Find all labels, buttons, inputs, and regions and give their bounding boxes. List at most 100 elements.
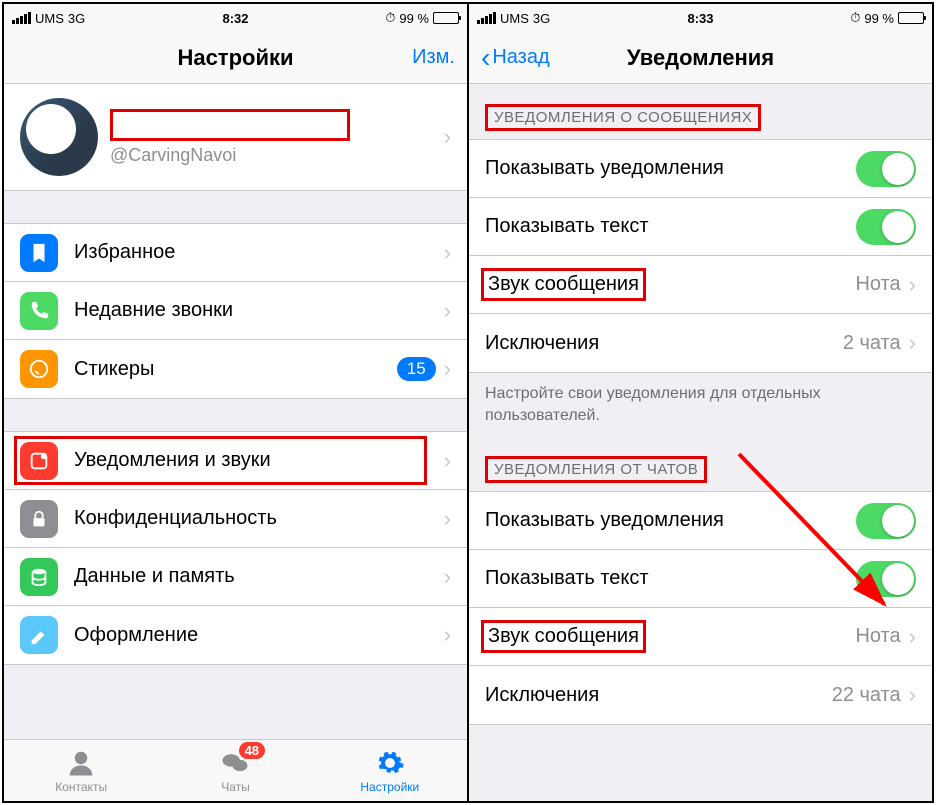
back-button[interactable]: ‹ Назад <box>481 44 550 72</box>
stickers-badge: 15 <box>397 357 436 381</box>
chat-exceptions-row[interactable]: Исключения 22 чата › <box>469 666 932 724</box>
chevron-right-icon: › <box>444 298 451 324</box>
exceptions-label: Исключения <box>485 332 843 355</box>
chat-sound-label: Звук сообщения <box>485 620 855 653</box>
exceptions-row[interactable]: Исключения 2 чата › <box>469 314 932 372</box>
chevron-right-icon: › <box>444 448 451 474</box>
chevron-right-icon: › <box>444 240 451 266</box>
chat-show-text-row[interactable]: Показывать текст <box>469 550 932 608</box>
data-label: Данные и память <box>74 565 444 588</box>
highlight-annotation: УВЕДОМЛЕНИЯ О СООБЩЕНИЯХ <box>485 104 761 131</box>
tab-contacts-label: Контакты <box>55 780 107 794</box>
clock: 8:33 <box>626 11 775 26</box>
carrier-label: UMS <box>35 11 64 26</box>
chats-badge: 48 <box>239 742 265 759</box>
tab-contacts[interactable]: Контакты <box>4 740 158 801</box>
favorites-label: Избранное <box>74 241 444 264</box>
status-bar: UMS 3G 8:33 ⏱ 99 % <box>469 4 932 32</box>
show-text-label: Показывать текст <box>485 215 856 238</box>
chevron-right-icon: › <box>909 330 916 356</box>
show-text-toggle[interactable] <box>856 209 916 245</box>
profile-row[interactable]: @CarvingNavoi › <box>4 84 467 191</box>
chevron-left-icon: ‹ <box>481 44 490 72</box>
edit-button[interactable]: Изм. <box>412 46 455 69</box>
sticker-icon <box>20 350 58 388</box>
recent-calls-row[interactable]: Недавние звонки › <box>4 282 467 340</box>
message-sound-row[interactable]: Звук сообщения Нота › <box>469 256 932 314</box>
alarm-icon: ⏱ <box>850 10 860 26</box>
alarm-icon: ⏱ <box>385 10 395 26</box>
carrier-label: UMS <box>500 11 529 26</box>
section-header-chats: УВЕДОМЛЕНИЯ ОТ ЧАТОВ <box>469 436 932 491</box>
section-footer: Настройте свои уведомления для отдельных… <box>469 373 932 436</box>
profile-handle: @CarvingNavoi <box>110 145 432 166</box>
chevron-right-icon: › <box>909 624 916 650</box>
notifications-screen: UMS 3G 8:33 ⏱ 99 % ‹ Назад Уведомления У… <box>467 4 932 801</box>
tab-bar: Контакты 48 Чаты Настройки <box>4 739 467 801</box>
show-text-row[interactable]: Показывать текст <box>469 198 932 256</box>
show-notifications-toggle[interactable] <box>856 151 916 187</box>
chevron-right-icon: › <box>444 356 451 382</box>
chevron-right-icon: › <box>444 622 451 648</box>
message-sound-value: Нота <box>855 273 900 296</box>
show-notifications-label: Показывать уведомления <box>485 157 856 180</box>
network-type: 3G <box>68 11 85 26</box>
favorites-row[interactable]: Избранное › <box>4 224 467 282</box>
avatar <box>20 98 98 176</box>
navbar: Настройки Изм. <box>4 32 467 84</box>
appearance-label: Оформление <box>74 624 444 647</box>
privacy-row[interactable]: Конфиденциальность › <box>4 490 467 548</box>
appearance-icon <box>20 616 58 654</box>
battery-percent: 99 % <box>399 11 429 26</box>
contact-icon <box>66 748 96 778</box>
section-header-messages: УВЕДОМЛЕНИЯ О СООБЩЕНИЯХ <box>469 84 932 139</box>
database-icon <box>20 558 58 596</box>
recent-calls-label: Недавние звонки <box>74 299 444 322</box>
lock-icon <box>20 500 58 538</box>
notifications-label: Уведомления и звуки <box>74 449 444 472</box>
status-bar: UMS 3G 8:32 ⏱ 99 % <box>4 4 467 32</box>
bookmark-icon <box>20 234 58 272</box>
chat-sound-row[interactable]: Звук сообщения Нота › <box>469 608 932 666</box>
chat-show-text-label: Показывать текст <box>485 567 856 590</box>
profile-name-redacted <box>110 109 350 141</box>
data-storage-row[interactable]: Данные и память › <box>4 548 467 606</box>
battery-icon <box>898 12 924 24</box>
tab-settings[interactable]: Настройки <box>313 740 467 801</box>
tab-chats[interactable]: 48 Чаты <box>158 740 312 801</box>
stickers-label: Стикеры <box>74 358 397 381</box>
chat-show-text-toggle[interactable] <box>856 561 916 597</box>
navbar: ‹ Назад Уведомления <box>469 32 932 84</box>
network-type: 3G <box>533 11 550 26</box>
clock: 8:32 <box>161 11 310 26</box>
highlight-annotation: Звук сообщения <box>481 268 646 301</box>
chat-show-notifications-toggle[interactable] <box>856 503 916 539</box>
highlight-annotation: УВЕДОМЛЕНИЯ ОТ ЧАТОВ <box>485 456 707 483</box>
notifications-icon <box>20 442 58 480</box>
signal-bars-icon <box>477 12 496 24</box>
notifications-row[interactable]: Уведомления и звуки › <box>4 432 467 490</box>
stickers-row[interactable]: Стикеры 15 › <box>4 340 467 398</box>
appearance-row[interactable]: Оформление › <box>4 606 467 664</box>
chevron-right-icon: › <box>909 682 916 708</box>
page-title: Настройки <box>4 45 467 71</box>
settings-screen: UMS 3G 8:32 ⏱ 99 % Настройки Изм. @Carvi… <box>4 4 467 801</box>
phone-icon <box>20 292 58 330</box>
show-notifications-row[interactable]: Показывать уведомления <box>469 140 932 198</box>
chat-exceptions-value: 22 чата <box>832 684 901 707</box>
signal-bars-icon <box>12 12 31 24</box>
tab-chats-label: Чаты <box>221 780 250 794</box>
chat-show-notifications-row[interactable]: Показывать уведомления <box>469 492 932 550</box>
message-sound-label: Звук сообщения <box>485 268 855 301</box>
battery-percent: 99 % <box>864 11 894 26</box>
privacy-label: Конфиденциальность <box>74 507 444 530</box>
tab-settings-label: Настройки <box>360 780 419 794</box>
chat-sound-value: Нота <box>855 625 900 648</box>
chevron-right-icon: › <box>444 506 451 532</box>
chat-show-notifications-label: Показывать уведомления <box>485 509 856 532</box>
chat-exceptions-label: Исключения <box>485 684 832 707</box>
chevron-right-icon: › <box>909 272 916 298</box>
back-label: Назад <box>492 46 549 69</box>
exceptions-value: 2 чата <box>843 332 901 355</box>
chevron-right-icon: › <box>444 564 451 590</box>
